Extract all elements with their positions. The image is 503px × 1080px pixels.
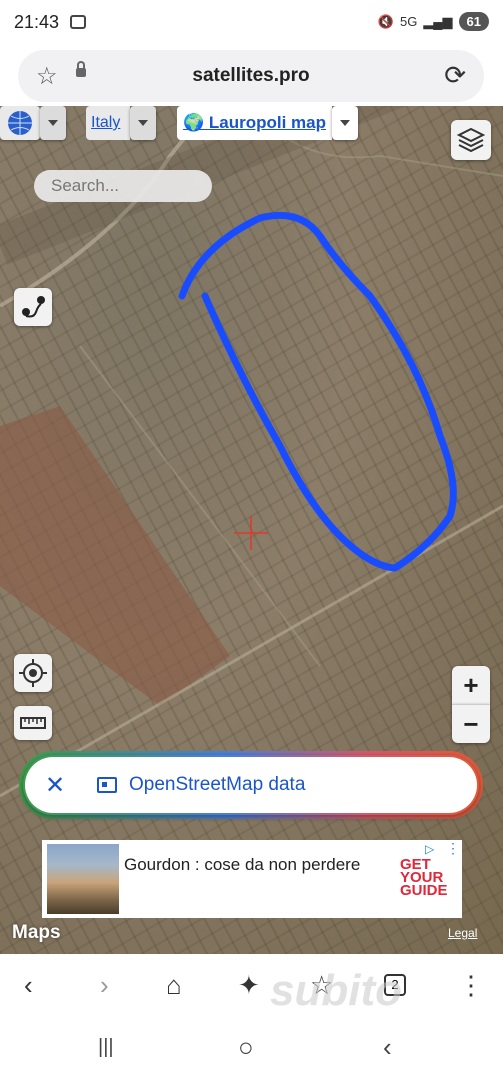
- ad-title[interactable]: Gourdon : cose da non perdere: [124, 854, 374, 876]
- country-dropdown-chevron-down-icon[interactable]: [130, 106, 156, 140]
- field-boundary-outline: [178, 211, 457, 572]
- status-time: 21:43: [14, 12, 60, 32]
- network-label: 5G: [399, 14, 418, 29]
- legal-link[interactable]: Legal: [448, 926, 477, 940]
- plus-icon[interactable]: +: [452, 670, 490, 701]
- crosshair-location-icon: [19, 659, 47, 687]
- globe-button[interactable]: [0, 106, 40, 140]
- my-location-button[interactable]: [14, 654, 52, 692]
- ai-sparkle-icon[interactable]: ✦: [238, 970, 260, 1001]
- mute-icon: 🔇: [377, 13, 394, 29]
- globe-dropdown-chevron-down-icon[interactable]: [40, 106, 66, 140]
- zoom-in-button[interactable]: +: [452, 666, 490, 704]
- home-nav-icon[interactable]: ○: [238, 1032, 254, 1063]
- layers-button[interactable]: [451, 120, 491, 160]
- route-icon: [22, 296, 45, 318]
- battery-badge: 61: [458, 12, 489, 31]
- osm-data-pill[interactable]: ✕ OpenStreetMap data: [22, 754, 480, 816]
- satellite-map[interactable]: Italy 🌍 Lauropoli map Search... + − ✕ Op…: [0, 106, 503, 954]
- status-icons: 🔇 5G ▂▄▆ 61: [378, 12, 489, 31]
- recents-icon[interactable]: |||: [98, 1036, 114, 1059]
- country-button[interactable]: Italy: [86, 106, 130, 140]
- minus-icon[interactable]: −: [452, 709, 490, 740]
- system-nav-bar: ||| ○ ‹: [0, 1018, 503, 1080]
- map-imagery: [0, 106, 503, 798]
- ad-image[interactable]: [47, 844, 119, 914]
- home-icon[interactable]: ⌂: [166, 970, 182, 1001]
- osm-data-icon: [97, 777, 117, 793]
- ruler-icon: [20, 717, 46, 729]
- back-nav-icon[interactable]: ‹: [383, 1032, 392, 1063]
- layers-icon: [456, 127, 486, 153]
- menu-icon[interactable]: ⋮: [458, 970, 484, 1001]
- ad-choices-icon[interactable]: ▷: [425, 842, 434, 856]
- place-map-button[interactable]: 🌍 Lauropoli map: [177, 106, 332, 140]
- url-text[interactable]: satellites.pro: [18, 65, 484, 87]
- status-bar: 21:43 🔇 5G ▂▄▆ 61: [0, 0, 503, 46]
- back-icon[interactable]: ‹: [24, 970, 33, 1001]
- forward-icon[interactable]: ›: [100, 970, 109, 1001]
- ad-menu-icon[interactable]: ⋮: [446, 840, 460, 857]
- country-link[interactable]: Italy: [91, 114, 120, 132]
- address-bar[interactable]: ☆ satellites.pro ⟳: [18, 50, 484, 102]
- search-placeholder: Search...: [51, 176, 120, 195]
- search-input[interactable]: Search...: [34, 170, 212, 202]
- reload-icon[interactable]: ⟳: [444, 60, 466, 91]
- zoom-out-button[interactable]: −: [452, 704, 490, 743]
- watermark-logo: subito: [270, 966, 402, 1015]
- osm-data-label[interactable]: OpenStreetMap data: [129, 774, 305, 796]
- ad-brand-logo[interactable]: GET YOUR GUIDE: [400, 857, 448, 898]
- screenshot-icon: [70, 15, 86, 29]
- place-dropdown-chevron-down-icon[interactable]: [332, 106, 358, 140]
- measure-button[interactable]: [14, 706, 52, 740]
- signal-icon: ▂▄▆: [423, 13, 453, 29]
- route-button[interactable]: [14, 288, 52, 326]
- ad-banner[interactable]: Gourdon : cose da non perdere GET YOUR GUI…: [42, 840, 462, 918]
- apple-maps-logo: Maps: [12, 922, 61, 943]
- close-icon[interactable]: ✕: [45, 771, 65, 800]
- place-map-link[interactable]: 🌍 Lauropoli map: [183, 113, 326, 133]
- center-crosshair-icon: [234, 516, 268, 550]
- browser-toolbar: ‹ › ⌂ ✦ ☆ 2 ⋮: [0, 954, 503, 1018]
